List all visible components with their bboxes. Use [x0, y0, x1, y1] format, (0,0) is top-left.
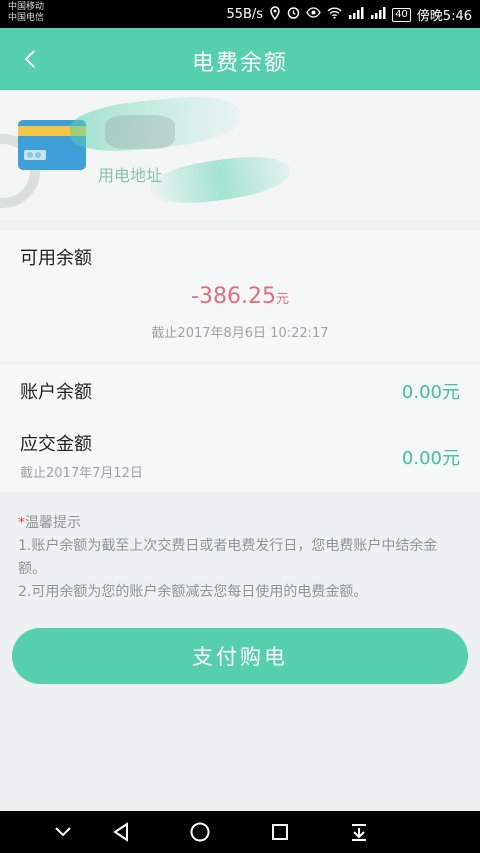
clock: 傍晚5:46 — [416, 9, 472, 24]
status-bar: 中国移动 中国电信 55B/s 40 傍晚5:46 — [0, 0, 480, 28]
redaction-smudge-2 — [105, 115, 175, 149]
amount-due-value: 0.00元 — [401, 448, 460, 469]
recents-nav-button[interactable] — [267, 819, 293, 845]
tips-title: *温馨提示 — [18, 512, 460, 535]
tip-2: 2.可用余额为您的账户余额减去您每日使用的电费金额。 — [18, 584, 368, 600]
location-icon — [269, 5, 281, 24]
signal-icon — [348, 6, 364, 23]
alarm-icon — [287, 6, 300, 23]
network-speed: 55B/s — [226, 7, 264, 22]
tip-1: 1.账户余额为截至上次交费日或者电费发行日，您电费账户中结余金额。 — [18, 538, 438, 577]
amount-due-as-of: 截止2017年7月12日 — [20, 466, 143, 481]
account-balance-value: 0.00元 — [401, 382, 460, 403]
account-card[interactable]: 用电地址 — [0, 90, 480, 220]
available-unit: 元 — [275, 292, 289, 307]
signal-icon-2 — [370, 6, 386, 23]
redaction-smudge-3 — [147, 150, 293, 210]
triangle-back-icon — [113, 822, 128, 842]
carrier-line-2: 中国电信 — [8, 13, 45, 23]
wifi-icon — [327, 7, 342, 23]
carrier-info: 中国移动 中国电信 — [8, 2, 44, 24]
eye-icon — [306, 7, 321, 22]
pull-down-icon — [352, 824, 366, 841]
account-balance-label: 账户余额 — [20, 382, 92, 403]
available-as-of: 截止2017年8月6日 10:22:17 — [151, 326, 329, 341]
chevron-down-icon — [55, 827, 71, 837]
notification-nav-button[interactable] — [346, 819, 372, 845]
system-nav-bar — [0, 811, 480, 853]
pay-button[interactable]: 支付购电 — [12, 628, 468, 684]
address-label: 用电地址 — [98, 166, 163, 185]
balance-rows: 账户余额 0.00元 应交金额 0.00元 截止2017年7月12日 — [0, 364, 480, 492]
available-balance-label: 可用余额 — [20, 248, 92, 269]
tips-section: *温馨提示 1.账户余额为截至上次交费日或者电费发行日，您电费账户中结余金额。 … — [0, 494, 480, 604]
page-title: 电费余额 — [191, 51, 288, 76]
home-nav-button[interactable] — [187, 819, 213, 845]
available-amount: -386.25 — [191, 284, 276, 309]
battery-icon: 40 — [392, 7, 411, 22]
required-star: * — [18, 515, 25, 531]
hide-nav-button[interactable] — [50, 819, 76, 845]
available-balance-value: -386.25元 — [0, 284, 480, 309]
header-bar: 电费余额 — [0, 28, 480, 90]
tips-title-text: 温馨提示 — [25, 515, 81, 531]
amount-due-label: 应交金额 — [20, 434, 92, 455]
circle-home-icon — [190, 822, 210, 842]
available-balance-section: 可用余额 -386.25元 截止2017年8月6日 10:22:17 — [0, 230, 480, 362]
square-recents-icon — [272, 824, 288, 840]
back-nav-button[interactable] — [108, 819, 134, 845]
status-indicators: 55B/s 40 傍晚5:46 — [226, 5, 472, 24]
carrier-line-1: 中国移动 — [8, 2, 45, 12]
